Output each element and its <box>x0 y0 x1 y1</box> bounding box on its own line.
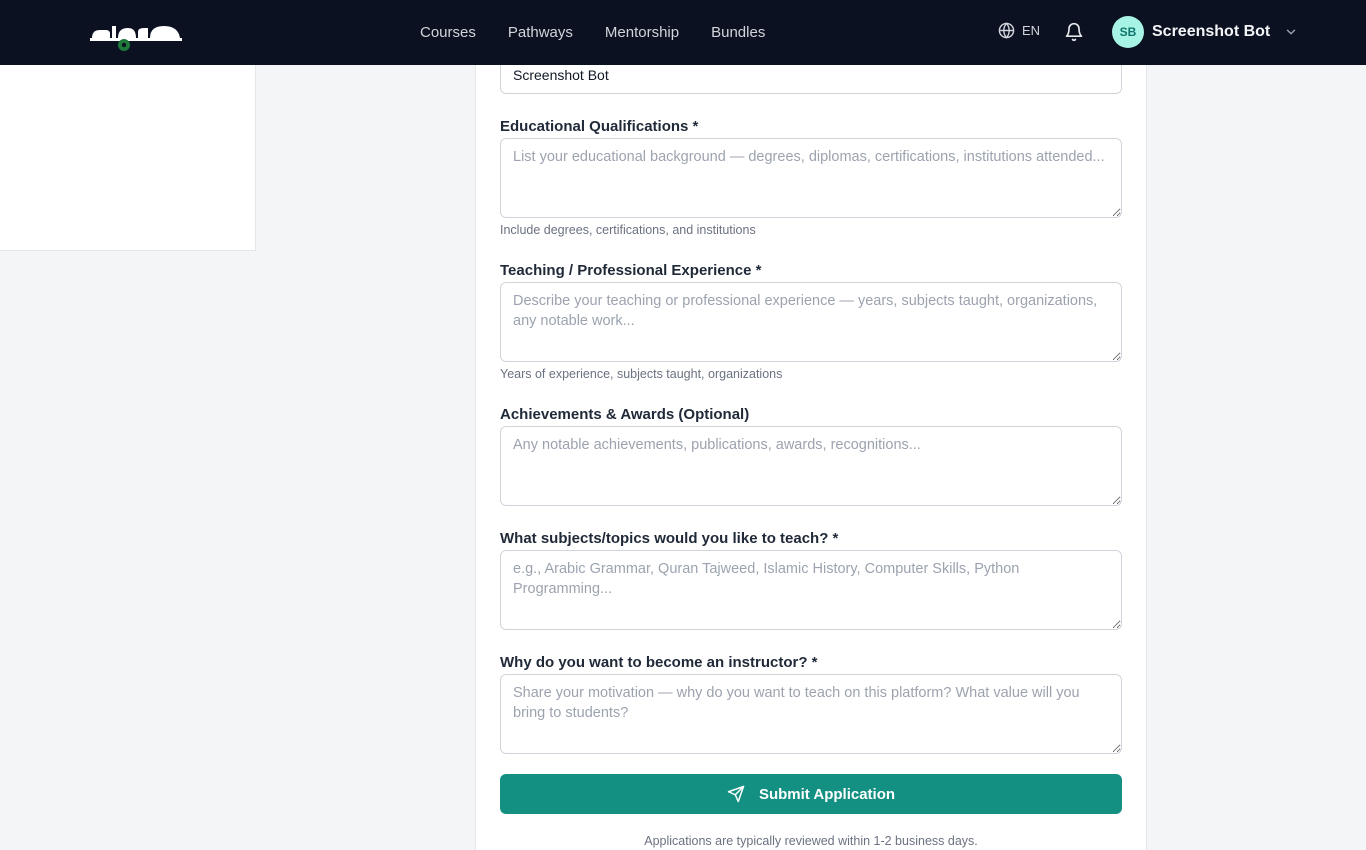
nav-bundles[interactable]: Bundles <box>711 24 765 41</box>
bell-icon <box>1065 22 1083 42</box>
education-textarea[interactable] <box>500 138 1122 218</box>
nav-mentorship[interactable]: Mentorship <box>605 24 679 41</box>
user-menu[interactable]: SB Screenshot Bot <box>1112 16 1298 48</box>
review-time-note: Applications are typically reviewed with… <box>644 834 978 848</box>
logo-mark-icon <box>90 26 182 51</box>
submit-label: Submit Application <box>758 785 896 803</box>
top-navigation-bar: Courses Pathways Mentorship Bundles EN S… <box>0 0 1366 65</box>
motivation-label: Why do you want to become an instructor?… <box>500 654 818 671</box>
achievements-label: Achievements & Awards (Optional) <box>500 406 750 423</box>
nav-pathways[interactable]: Pathways <box>508 24 573 41</box>
submit-application-button[interactable]: Submit Application <box>500 774 1122 814</box>
motivation-textarea[interactable] <box>500 674 1122 754</box>
chevron-down-icon <box>1287 29 1296 35</box>
notifications-button[interactable] <box>1064 22 1084 42</box>
globe-icon <box>998 22 1015 39</box>
experience-label: Teaching / Professional Experience * <box>500 262 762 279</box>
subjects-textarea[interactable] <box>500 550 1122 630</box>
education-label: Educational Qualifications * <box>500 118 699 135</box>
language-code: EN <box>1022 23 1041 38</box>
site-logo[interactable] <box>88 12 184 52</box>
user-name: Screenshot Bot <box>1152 23 1271 40</box>
experience-hint: Years of experience, subjects taught, or… <box>500 367 783 381</box>
send-icon <box>727 785 745 803</box>
nav-courses[interactable]: Courses <box>420 24 476 41</box>
subjects-label: What subjects/topics would you like to t… <box>500 530 839 547</box>
main-nav: Courses Pathways Mentorship Bundles <box>420 0 765 65</box>
experience-textarea[interactable] <box>500 282 1122 362</box>
language-switcher[interactable]: EN <box>998 22 1040 39</box>
avatar: SB <box>1112 16 1144 48</box>
achievements-textarea[interactable] <box>500 426 1122 506</box>
sidebar <box>0 65 256 251</box>
education-hint: Include degrees, certifications, and ins… <box>500 223 756 237</box>
